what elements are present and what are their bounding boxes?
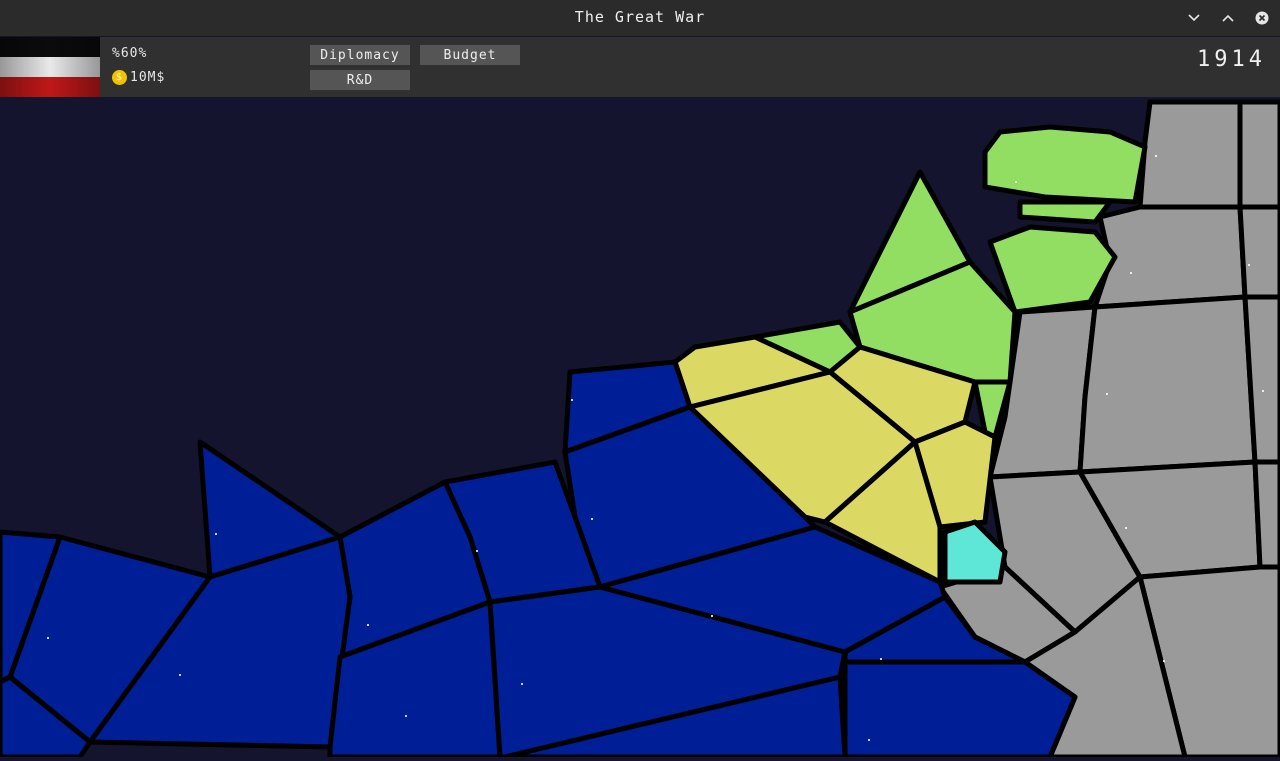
city-dot <box>179 674 181 676</box>
current-year: 1914 <box>1197 47 1266 72</box>
city-dot <box>711 615 713 617</box>
province-blue-o <box>842 659 1078 760</box>
city-dot <box>367 624 369 626</box>
city-dot <box>1015 181 1017 183</box>
treasury: $10M$ <box>112 70 165 85</box>
city-dot <box>1163 660 1165 662</box>
province-gray-a <box>1137 99 1243 210</box>
province-gray-f <box>1077 294 1258 475</box>
minimize-icon[interactable] <box>1185 9 1203 27</box>
city-dot <box>1130 272 1132 274</box>
maximize-icon[interactable] <box>1219 9 1237 27</box>
coin-icon: $ <box>112 70 127 85</box>
close-icon[interactable] <box>1253 9 1271 27</box>
diplomacy-button[interactable]: Diplomacy <box>310 45 410 65</box>
nation-flag[interactable] <box>0 37 100 97</box>
research-button[interactable]: R&D <box>310 70 410 90</box>
province-green-b <box>1017 199 1113 225</box>
city-dot <box>1155 155 1157 157</box>
city-dot <box>571 399 573 401</box>
city-dot <box>868 739 870 741</box>
city-dot <box>1125 527 1127 529</box>
top-hud: %60% $10M$ Diplomacy Budget R&D 1914 <box>0 37 1280 97</box>
city-dot <box>405 715 407 717</box>
city-dot <box>880 658 882 660</box>
city-dot <box>521 683 523 685</box>
province-gray-j <box>1252 459 1280 570</box>
city-dot <box>47 637 49 639</box>
budget-button[interactable]: Budget <box>420 45 520 65</box>
city-dot <box>476 550 478 552</box>
approval-rating: %60% <box>112 46 148 61</box>
treasury-value: 10M$ <box>130 70 166 85</box>
city-dot <box>591 518 593 520</box>
world-map[interactable] <box>0 97 1280 760</box>
city-dot <box>1248 264 1250 266</box>
province-green-a <box>982 124 1148 205</box>
province-gray-d <box>1237 204 1280 300</box>
city-dot <box>1262 390 1264 392</box>
city-dot <box>215 533 217 535</box>
window-title: The Great War <box>574 8 706 26</box>
city-dot <box>1106 393 1108 395</box>
province-gray-b <box>1237 99 1280 210</box>
window-titlebar: The Great War <box>0 0 1280 36</box>
